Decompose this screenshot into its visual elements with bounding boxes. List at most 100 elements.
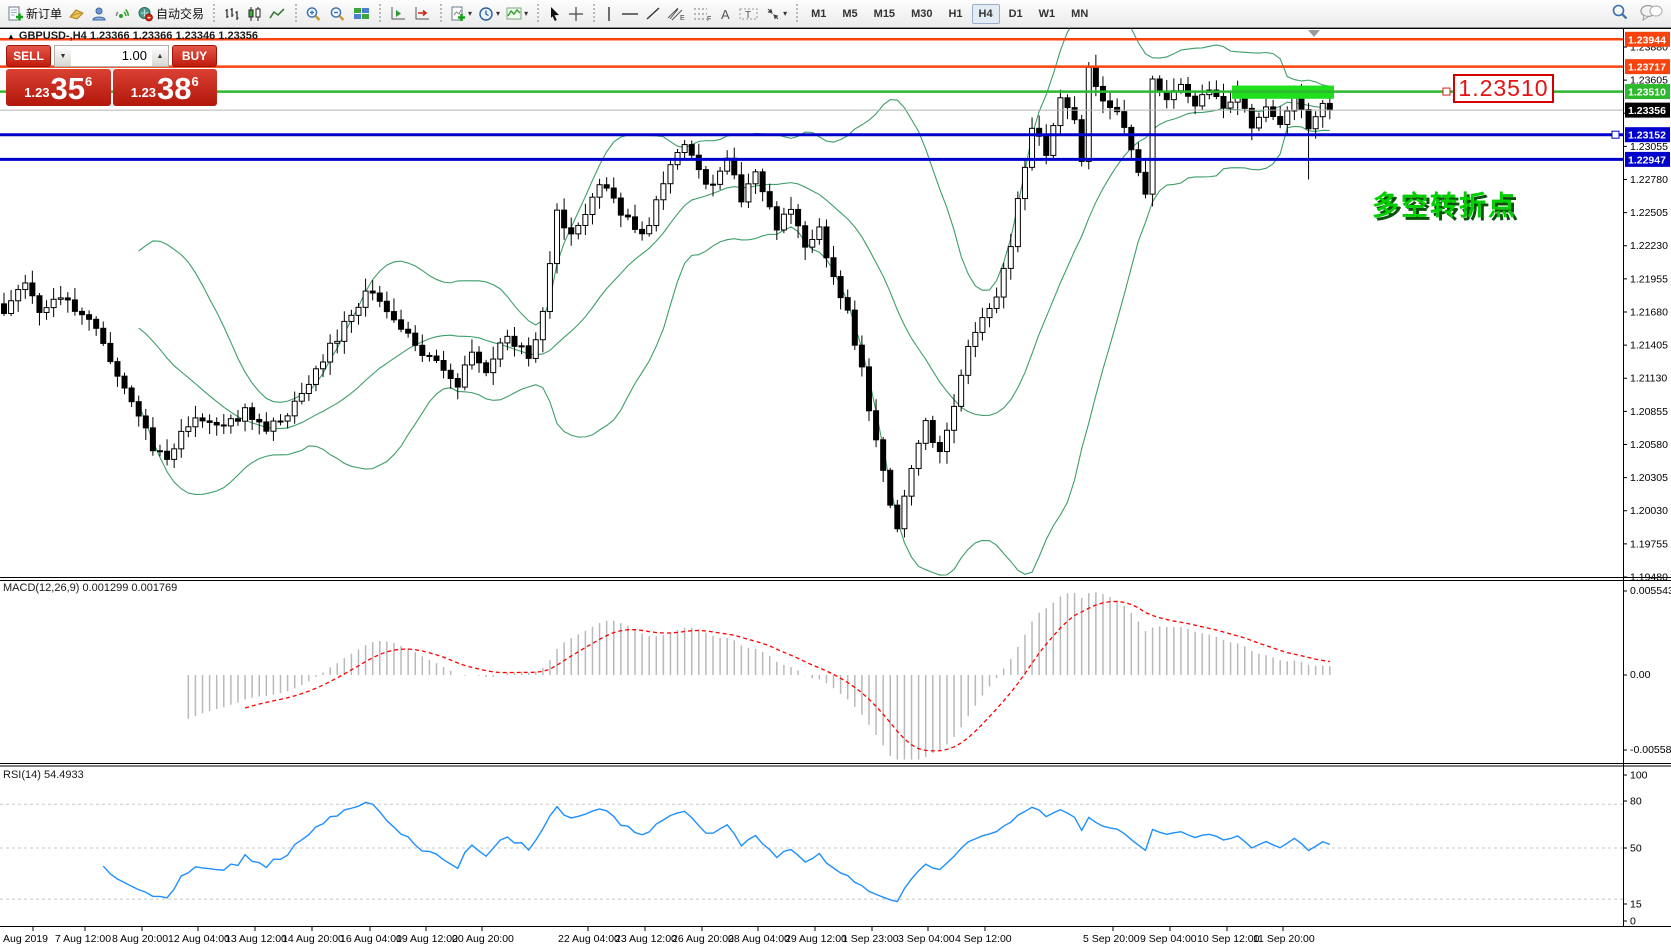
timeframe-m30[interactable]: M30 xyxy=(904,4,939,24)
chart-shift-button[interactable] xyxy=(386,2,410,26)
macd-indicator-readout: MACD(12,26,9) 0.001299 0.001769 xyxy=(3,582,177,594)
indicators-dropdown[interactable]: ▾ xyxy=(503,2,531,26)
horizontal-line-tool[interactable] xyxy=(618,2,642,26)
search-icon[interactable] xyxy=(1611,3,1629,21)
buy-price-display[interactable]: 1.23 38 6 xyxy=(113,69,218,106)
cursor-tool-button[interactable] xyxy=(544,2,565,26)
time-tick-label: Aug 2019 xyxy=(3,933,48,945)
buy-button[interactable]: BUY xyxy=(172,45,217,67)
zoom-in-button[interactable] xyxy=(302,2,326,26)
time-tick-label: 9 Sep 04:00 xyxy=(1140,933,1197,945)
market-watch-button[interactable] xyxy=(65,2,88,26)
time-tick-label: 14 Aug 20:00 xyxy=(282,933,344,945)
volume-decrease-button[interactable]: ▼ xyxy=(55,46,71,66)
blue-line-handle[interactable] xyxy=(1612,131,1619,138)
bear-candle xyxy=(72,300,77,311)
volume-input[interactable]: 1.00 xyxy=(71,46,152,66)
bull-candle xyxy=(1022,167,1027,198)
new-order-button[interactable]: 新订单 xyxy=(4,2,65,26)
auto-scroll-button[interactable] xyxy=(410,2,434,26)
sell-price-small: 1.23 xyxy=(24,85,49,100)
bull-candle xyxy=(654,200,659,226)
trendline-tool[interactable] xyxy=(642,2,664,26)
fibonacci-tool[interactable]: F xyxy=(690,2,716,26)
bear-candle xyxy=(200,418,205,421)
volume-increase-button[interactable]: ▲ xyxy=(152,46,168,66)
bull-candle xyxy=(668,165,673,184)
timeframe-m5[interactable]: M5 xyxy=(835,4,864,24)
chart-ohlc-readout: ▲GBPUSD-,H4 1.23366 1.23366 1.23346 1.23… xyxy=(7,30,258,42)
bear-candle xyxy=(930,421,935,443)
bull-candle xyxy=(193,418,198,427)
bear-candle xyxy=(1327,103,1332,110)
bull-candle xyxy=(299,393,304,401)
rsi-indicator-readout: RSI(14) 54.4933 xyxy=(3,769,84,781)
tile-windows-button[interactable] xyxy=(350,2,373,26)
vertical-line-icon xyxy=(603,6,615,22)
macd-panel[interactable] xyxy=(188,592,1329,759)
bar-chart-type-button[interactable] xyxy=(220,2,243,26)
chart-shift-marker[interactable] xyxy=(1308,30,1320,37)
line-chart-type-button[interactable] xyxy=(266,2,289,26)
bear-candle xyxy=(157,451,162,452)
bear-candle xyxy=(434,356,439,360)
text-tool[interactable]: A xyxy=(716,2,736,26)
timeframe-m1[interactable]: M1 xyxy=(804,4,833,24)
bear-candle xyxy=(150,428,155,451)
bear-candle xyxy=(37,296,42,313)
profiles-dropdown[interactable]: ▾ xyxy=(475,2,503,26)
timeframe-w1[interactable]: W1 xyxy=(1032,4,1063,24)
bear-candle xyxy=(1100,86,1105,100)
bear-candle xyxy=(611,188,616,198)
bull-candle xyxy=(597,185,602,197)
bear-candle xyxy=(221,425,226,426)
price-level-label[interactable]: 1.23510 xyxy=(1453,74,1554,103)
bull-candle xyxy=(505,336,510,343)
vertical-line-tool[interactable] xyxy=(600,2,618,26)
signals-button[interactable] xyxy=(111,2,134,26)
auto-trading-button[interactable]: 自动交易 xyxy=(134,2,207,26)
bull-candle xyxy=(285,416,290,421)
timeframe-mn[interactable]: MN xyxy=(1064,4,1095,24)
rsi-panel[interactable] xyxy=(0,802,1623,901)
bear-candle xyxy=(1115,107,1120,111)
chat-icon[interactable] xyxy=(1639,3,1663,21)
bull-candle xyxy=(987,308,992,317)
bear-candle xyxy=(1157,79,1162,91)
bull-candle xyxy=(243,408,248,421)
time-tick-label: 3 Sep 04:00 xyxy=(898,933,955,945)
green-line-handle[interactable] xyxy=(1443,88,1450,95)
toolbar-separator xyxy=(376,4,383,24)
timeframe-h1[interactable]: H1 xyxy=(941,4,969,24)
zoom-out-button[interactable] xyxy=(326,2,350,26)
auto-scroll-icon xyxy=(413,6,431,22)
fibonacci-icon: F xyxy=(693,6,713,22)
bull-candle xyxy=(313,369,318,385)
sell-button[interactable]: SELL xyxy=(6,45,51,67)
bear-candle xyxy=(264,422,269,431)
text-label-tool[interactable]: T xyxy=(736,2,762,26)
accounts-button[interactable] xyxy=(88,2,111,26)
timeframe-d1[interactable]: D1 xyxy=(1002,4,1030,24)
bear-candle xyxy=(1072,108,1077,120)
sell-price-big: 35 xyxy=(51,74,85,104)
time-axis[interactable]: Aug 20197 Aug 12:008 Aug 20:0012 Aug 04:… xyxy=(3,927,1315,945)
bear-candle xyxy=(129,388,134,402)
timeframe-h4[interactable]: H4 xyxy=(972,4,1000,24)
svg-text:1.22947: 1.22947 xyxy=(1628,154,1666,166)
macd-scale-label: 0.005543 xyxy=(1630,585,1671,597)
channel-tool[interactable]: E xyxy=(664,2,690,26)
timeframe-m15[interactable]: M15 xyxy=(867,4,902,24)
bull-candle xyxy=(1001,268,1006,297)
bear-candle xyxy=(448,370,453,378)
arrows-dropdown[interactable]: ▾ xyxy=(762,2,790,26)
sell-price-display[interactable]: 1.23 35 6 xyxy=(6,69,111,106)
new-chart-dropdown[interactable]: ▾ xyxy=(447,2,475,26)
bear-candle xyxy=(136,402,141,416)
candlestick-type-button[interactable] xyxy=(243,2,266,26)
chart-canvas[interactable]: 1.238801.236051.233301.230551.227801.225… xyxy=(0,0,1671,948)
turning-point-annotation[interactable]: 多空转折点 xyxy=(1372,184,1517,223)
crosshair-tool-button[interactable] xyxy=(565,2,587,26)
bull-candle xyxy=(533,340,538,359)
bear-candle xyxy=(406,329,411,333)
